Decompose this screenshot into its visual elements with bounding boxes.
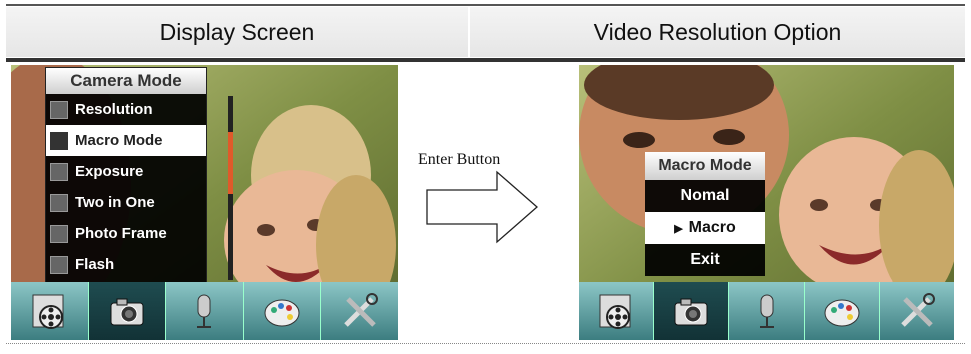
film-reel-icon <box>32 294 64 329</box>
toolbar-setup[interactable] <box>879 282 954 340</box>
option-label: Macro <box>688 219 736 236</box>
camera-mode-title: Camera Mode <box>46 68 206 94</box>
mode-toolbar <box>579 282 954 340</box>
tools-icon <box>343 293 378 327</box>
option-exit[interactable]: Exit <box>645 244 765 276</box>
toolbar-video[interactable] <box>579 282 655 340</box>
option-macro[interactable]: ▶ Macro <box>645 212 765 244</box>
option-nomal[interactable]: Nomal <box>645 180 765 212</box>
display-screen: Camera Mode Resolution Macro Mode Exposu… <box>11 65 398 340</box>
macro-icon <box>50 131 68 150</box>
toolbar-camera[interactable] <box>654 282 730 340</box>
top-rule <box>6 4 965 6</box>
option-label: Exit <box>690 251 720 268</box>
scrollbar-thumb[interactable] <box>228 132 233 194</box>
mode-toolbar <box>11 282 398 340</box>
flash-icon <box>50 255 68 274</box>
selected-caret-icon: ▶ <box>674 222 683 235</box>
macro-option-screen: Macro Mode Nomal ▶ Macro Exit <box>579 65 954 340</box>
header-rule <box>6 58 965 62</box>
menu-item-exposure[interactable]: Exposure <box>46 156 206 187</box>
microphone-icon <box>759 294 774 328</box>
toolbar-voice[interactable] <box>166 282 244 340</box>
option-label: Nomal <box>680 187 730 204</box>
toolbar-voice[interactable] <box>729 282 805 340</box>
camera-icon <box>674 298 708 326</box>
camera-mode-menu: Camera Mode Resolution Macro Mode Exposu… <box>45 67 233 283</box>
exposure-icon <box>50 162 68 181</box>
toolbar-setup[interactable] <box>321 282 398 340</box>
right-arrow-icon <box>426 170 538 244</box>
toolbar-effects[interactable] <box>804 282 880 340</box>
menu-item-flash[interactable]: Flash <box>46 249 206 280</box>
menu-item-label: Exposure <box>75 163 144 180</box>
palette-icon <box>264 299 300 327</box>
palette-icon <box>824 299 860 327</box>
camera-icon <box>110 298 144 326</box>
toolbar-effects[interactable] <box>243 282 322 340</box>
menu-item-resolution[interactable]: Resolution <box>46 94 206 125</box>
bottom-rule <box>6 343 965 344</box>
film-reel-icon <box>599 294 631 329</box>
menu-item-photo-frame[interactable]: Photo Frame <box>46 218 206 249</box>
macro-mode-title: Macro Mode <box>645 152 765 180</box>
menu-item-macro-mode[interactable]: Macro Mode <box>46 125 206 156</box>
toolbar-video[interactable] <box>11 282 89 340</box>
two-in-one-icon <box>50 193 68 212</box>
photo-frame-icon <box>50 224 68 243</box>
microphone-icon <box>197 294 212 328</box>
resolution-icon <box>50 100 68 119</box>
menu-item-label: Flash <box>75 256 115 273</box>
menu-item-label: Photo Frame <box>75 225 167 242</box>
menu-scrollbar[interactable] <box>228 96 233 280</box>
header-display-screen: Display Screen <box>6 7 468 57</box>
header-video-resolution-option: Video Resolution Option <box>470 7 965 57</box>
menu-item-two-in-one[interactable]: Two in One <box>46 187 206 218</box>
menu-item-label: Resolution <box>75 101 153 118</box>
macro-mode-menu: Macro Mode Nomal ▶ Macro Exit <box>645 152 765 276</box>
toolbar-camera[interactable] <box>88 282 167 340</box>
tools-icon <box>901 293 935 327</box>
enter-button-label: Enter Button <box>418 151 501 168</box>
menu-item-label: Macro Mode <box>75 132 163 149</box>
menu-item-label: Two in One <box>75 194 155 211</box>
